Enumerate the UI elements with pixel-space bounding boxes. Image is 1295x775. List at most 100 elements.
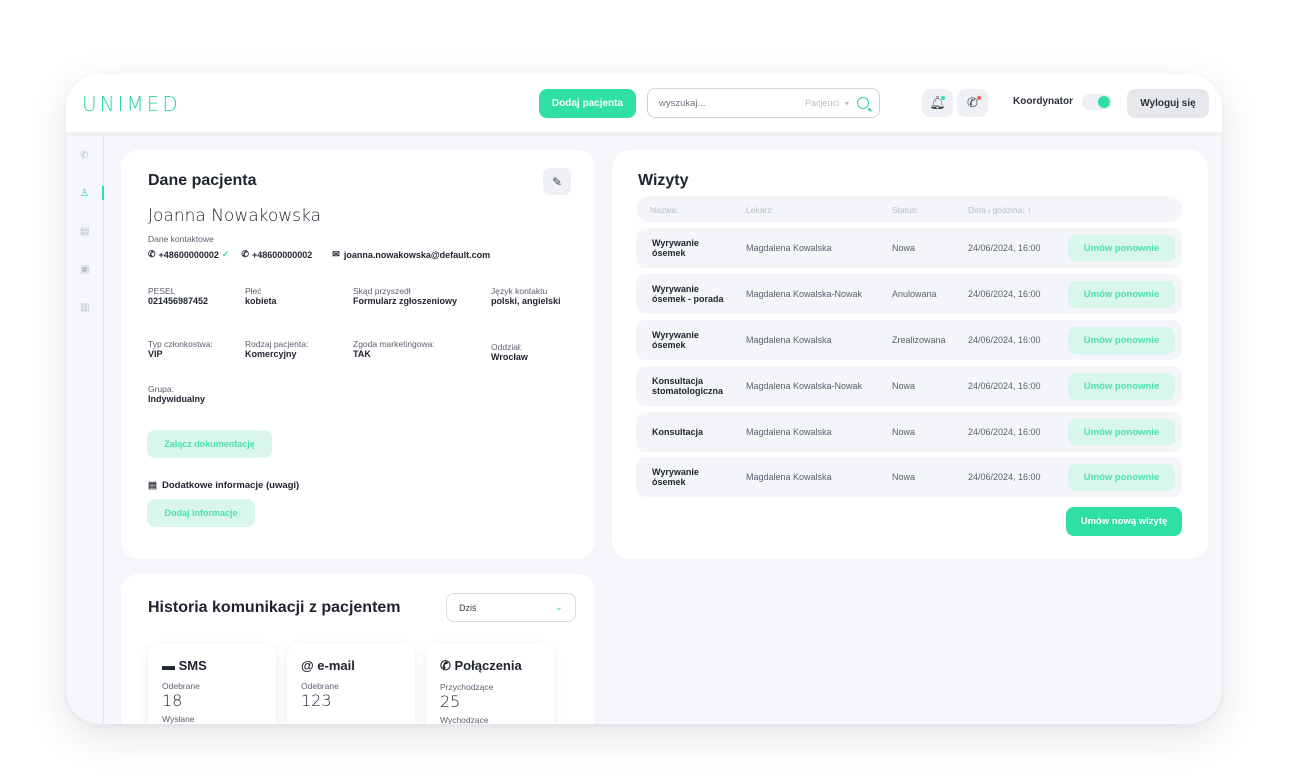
visit-name: Konsultacja [652, 427, 704, 437]
email-title: @ e-mail [301, 658, 401, 673]
field-label: Oddział: [491, 342, 523, 352]
notes-label: Dodatkowe informacje (uwagi) [161, 480, 300, 491]
rebook-button[interactable]: Umów ponownie [1068, 373, 1175, 400]
field-label: Zgoda marketingowa: [353, 339, 435, 349]
column-doctor: Lekarz: [746, 205, 774, 215]
attach-docs-button[interactable]: Załącz dokumentację [147, 430, 272, 458]
field-value: Formularz zgłoszeniowy [353, 296, 458, 306]
visits-title: Wizyty [638, 172, 689, 189]
phone-icon[interactable]: ✆ [80, 150, 88, 161]
table-row: Konsultacja Magdalena Kowalska Nowa 24/0… [636, 412, 1182, 452]
field-value: VIP [148, 349, 163, 359]
field-label: Grupa: [148, 384, 174, 394]
search-box[interactable]: wyszukaj... Pacjenci ▾ [647, 88, 880, 118]
email-link[interactable]: joanna.nowakowska@default.com [344, 250, 490, 260]
contact-label: Dane kontaktowe [148, 234, 214, 244]
period-value: Dziś [459, 602, 477, 613]
visit-doctor: Magdalena Kowalska [746, 243, 832, 253]
user-icon[interactable]: ♙ [80, 188, 89, 199]
visit-status: Nowa [892, 243, 916, 253]
sidebar: ✆ ♙ ▤ ▣ ▥ [66, 132, 104, 724]
calls-button[interactable]: ✆ [957, 89, 988, 117]
document-icon[interactable]: ▤ [80, 226, 89, 237]
email-stats-card: @ e-mail Odebrane 123 [287, 644, 415, 724]
field-label: PESEL [148, 286, 176, 296]
visit-doctor: Magdalena Kowalska [746, 472, 832, 482]
new-visit-button[interactable]: Umów nową wizytę [1066, 507, 1182, 536]
edit-icon: ✎ [551, 174, 563, 189]
top-bar: UNIMED Dodaj pacjenta wyszukaj... Pacjen… [66, 74, 1222, 132]
phone-icon: ✆ [148, 249, 156, 259]
field-patient-type: Rodzaj pacjenta: Komercyjny [245, 339, 308, 359]
visit-doctor: Magdalena Kowalska [746, 335, 832, 345]
search-icon[interactable] [857, 97, 869, 109]
note-icon: ▤ [148, 480, 157, 491]
image-icon[interactable]: ▣ [80, 264, 89, 275]
search-input[interactable]: wyszukaj... [659, 98, 805, 109]
phone-icon: ✆ [440, 658, 455, 673]
email-received-label: Odebrane [301, 681, 339, 691]
table-row: Wyrywanie ósemek Magdalena Kowalska Nowa… [636, 228, 1182, 268]
calls-outgoing-label: Wychodzące [440, 715, 489, 724]
patient-card: Dane pacjenta ✎ Joanna Nowakowska Dane k… [121, 150, 595, 559]
phone-secondary[interactable]: +48600000002 [252, 250, 312, 260]
visit-datetime: 24/06/2024, 16:00 [968, 243, 1041, 253]
email-label: e-mail [317, 658, 355, 673]
calls-incoming-label: Przychodzące [440, 682, 494, 692]
notifications-button[interactable]: 🔔︎ [922, 89, 953, 117]
sms-received-count: 18 [162, 691, 183, 710]
notification-dot [941, 96, 945, 100]
rebook-button[interactable]: Umów ponownie [1068, 419, 1175, 446]
search-scope-select[interactable]: Pacjenci [805, 98, 839, 108]
phone-primary[interactable]: +48600000002 [159, 250, 219, 260]
calls-label: Połączenia [454, 658, 522, 673]
field-value: Wrocław [491, 352, 528, 362]
coordinator-label: Koordynator [1013, 96, 1073, 107]
sms-stats-card: ▬ SMS Odebrane 18 Wysłane [148, 644, 276, 724]
rebook-button[interactable]: Umów ponownie [1068, 327, 1175, 354]
sms-title: ▬ SMS [162, 658, 262, 673]
app-window: UNIMED Dodaj pacjenta wyszukaj... Pacjen… [66, 74, 1222, 724]
sms-sent-label: Wysłane [162, 714, 195, 724]
sms-label: SMS [178, 658, 207, 673]
add-patient-button[interactable]: Dodaj pacjenta [539, 89, 636, 118]
edit-button[interactable]: ✎ [543, 168, 571, 195]
rebook-button[interactable]: Umów ponownie [1068, 281, 1175, 308]
visit-status: Nowa [892, 381, 916, 391]
rebook-button[interactable]: Umów ponownie [1068, 235, 1175, 262]
coordinator-toggle[interactable] [1082, 94, 1112, 110]
visits-table-header: Nazwa: Lekarz: Status: Data i godzina: ↕ [636, 196, 1182, 222]
chart-icon[interactable]: ▥ [80, 302, 89, 313]
toggle-knob [1098, 96, 1110, 108]
rebook-button[interactable]: Umów ponownie [1068, 464, 1175, 491]
calls-stats-card: ✆ Połączenia Przychodzące 25 Wychodzące [426, 644, 554, 724]
chevron-down-icon[interactable]: ▾ [845, 99, 849, 108]
visit-status: Nowa [892, 472, 916, 482]
field-source: Skąd przyszedł Formularz zgłoszeniowy [353, 286, 457, 306]
field-marketing: Zgoda marketingowa: TAK [353, 339, 435, 359]
column-name: Nazwa: [650, 205, 679, 215]
table-row: Wyrywanie ósemek Magdalena Kowalska Zrea… [636, 320, 1182, 360]
field-pesel: PESEL 021456987452 [148, 286, 208, 306]
period-select[interactable]: Dziś ⌄ [446, 593, 576, 622]
add-info-button[interactable]: Dodaj informacje [147, 499, 255, 527]
contact-row: ✆ +48600000002 ✓ ✆ +48600000002 ✉ joanna… [148, 249, 490, 260]
visit-status: Anulowana [892, 289, 937, 299]
visit-datetime: 24/06/2024, 16:00 [968, 472, 1041, 482]
sidebar-active-indicator [102, 186, 104, 200]
field-value: kobieta [245, 296, 277, 306]
field-value: TAK [353, 349, 371, 359]
patient-name: Joanna Nowakowska [148, 206, 322, 226]
logo: UNIMED [82, 92, 181, 116]
calls-title: ✆ Połączenia [440, 658, 540, 674]
column-datetime[interactable]: Data i godzina: ↕ [968, 205, 1031, 215]
column-status: Status: [892, 205, 919, 215]
at-icon: @ [301, 658, 318, 673]
field-label: Typ członkostwa: [148, 339, 213, 349]
logout-button[interactable]: Wyloguj się [1127, 89, 1209, 118]
check-icon: ✓ [221, 249, 230, 259]
table-row: Wyrywanie ósemek - porada Magdalena Kowa… [636, 274, 1182, 314]
field-branch: Oddział: Wrocław [491, 342, 528, 362]
visit-doctor: Magdalena Kowalska-Nowak [746, 289, 863, 299]
visit-name: Konsultacja stomatologiczna [652, 376, 724, 396]
